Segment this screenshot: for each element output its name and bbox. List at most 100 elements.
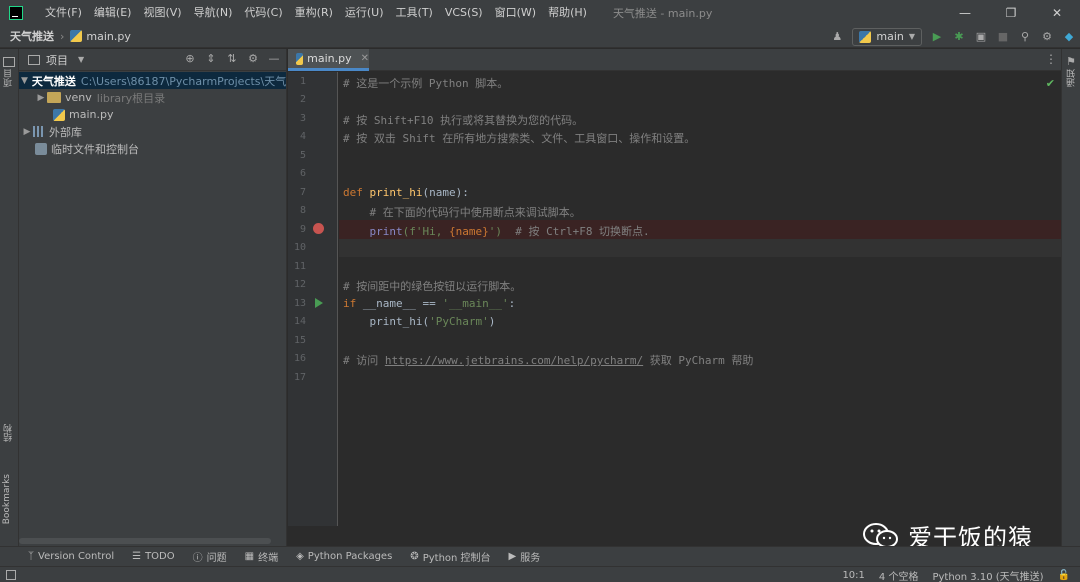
library-icon	[33, 126, 45, 137]
tool-version-control[interactable]: ᛉ Version Control	[28, 551, 114, 562]
line-number: 14	[293, 316, 306, 327]
menu-edit[interactable]: 编辑(E)	[88, 0, 138, 25]
tree-row-external-libs[interactable]: ▶ 外部库	[19, 123, 286, 140]
editor-tab-bar: main.py ✕ ⋮	[288, 49, 1061, 71]
notifications-tool-label[interactable]: 通知	[1065, 69, 1078, 87]
tool-problems[interactable]: ⓘ 问题	[193, 549, 227, 564]
close-tab-icon[interactable]: ✕	[361, 53, 369, 64]
run-icon[interactable]: ▶	[930, 30, 944, 44]
tree-row-venv[interactable]: ▶ venv library根目录	[19, 89, 286, 106]
bookmarks-tool-label[interactable]: Bookmarks	[2, 474, 12, 524]
folder-icon	[47, 92, 61, 103]
menu-help[interactable]: 帮助(H)	[542, 0, 593, 25]
problems-icon: ⓘ	[192, 553, 203, 564]
right-tool-strip: ⚑ 通知	[1061, 49, 1080, 546]
python-file-icon	[296, 52, 304, 65]
tree-path: C:\Users\86187\PycharmProjects\天气推	[80, 74, 286, 88]
menu-navigate[interactable]: 导航(N)	[188, 0, 239, 25]
left-tool-strip: 项目 结构 Bookmarks	[0, 49, 19, 546]
menu-tools[interactable]: 工具(T)	[390, 0, 439, 25]
scratches-icon	[35, 142, 47, 155]
restore-icon[interactable]: ❐	[988, 0, 1034, 25]
tool-label: Python Packages	[307, 551, 393, 562]
code-line-12: # 按间距中的绿色按钮以运行脚本。	[343, 280, 522, 293]
caret-position[interactable]: 10:1	[842, 570, 864, 581]
line-number: 3	[299, 113, 306, 124]
line-number: 10	[293, 242, 306, 253]
code-text: __name__ ==	[362, 297, 443, 310]
tree-row-scratches[interactable]: 临时文件和控制台	[19, 140, 286, 157]
line-number: 4	[299, 131, 306, 142]
line-number: 16	[293, 353, 306, 364]
tool-todo[interactable]: ☰ TODO	[132, 551, 175, 562]
more-tabs-icon[interactable]: ⋮	[1045, 52, 1057, 66]
project-panel-title[interactable]: 项目	[46, 52, 68, 68]
close-icon[interactable]: ✕	[1034, 0, 1080, 25]
toolbox-icon[interactable]: ◆	[1062, 30, 1076, 44]
chevron-down-icon[interactable]: ▼	[78, 55, 84, 64]
settings-gear-icon[interactable]: ⚙	[1040, 30, 1054, 44]
debug-icon[interactable]: ✱	[952, 30, 966, 44]
coverage-icon[interactable]: ▣	[974, 30, 988, 44]
expanded-arrow-icon[interactable]: ▼	[21, 76, 28, 86]
collapse-all-icon[interactable]: ⇅	[226, 53, 238, 65]
search-icon[interactable]: ⚲	[1018, 30, 1032, 44]
python-interpreter[interactable]: Python 3.10 (天气推送)	[932, 568, 1043, 582]
tool-terminal[interactable]: ▦ 终端	[245, 549, 278, 564]
breadcrumb-file[interactable]: main.py	[86, 30, 130, 43]
menu-refactor[interactable]: 重构(R)	[289, 0, 339, 25]
line-number: 9	[299, 224, 306, 235]
code-line-4: # 按 双击 Shift 在所有地方搜索类、文件、工具窗口、操作和设置。	[343, 132, 696, 145]
structure-tool-label[interactable]: 结构	[2, 424, 15, 442]
indent-setting[interactable]: 4 个空格	[879, 568, 919, 582]
menu-run[interactable]: 运行(U)	[339, 0, 390, 25]
tool-python-packages[interactable]: ◈ Python Packages	[296, 551, 392, 562]
minimize-icon[interactable]: —	[942, 0, 988, 25]
function-name: print_hi	[369, 186, 423, 199]
code-text: :	[508, 297, 516, 310]
notifications-bell-icon[interactable]: ⚑	[1066, 55, 1076, 68]
horizontal-scrollbar[interactable]	[19, 538, 271, 544]
inspection-ok-icon[interactable]: ✔	[1046, 77, 1055, 90]
tree-row-main-py[interactable]: main.py	[19, 106, 286, 123]
lock-icon[interactable]: 🔓	[1058, 570, 1070, 581]
run-gutter-icon[interactable]	[315, 298, 323, 308]
comment: # 按 Ctrl+F8 切换断点.	[501, 225, 650, 238]
project-tool-label[interactable]: 项目	[2, 69, 15, 87]
project-panel: 项目 ▼ ⊕ ⇕ ⇅ ⚙ — ▼ 天气推送 C:\Users\86187\Pyc…	[19, 49, 287, 546]
fstring-expr: {name}	[448, 225, 489, 238]
expand-all-icon[interactable]: ⇕	[205, 53, 217, 65]
collapsed-arrow-icon[interactable]: ▶	[35, 93, 47, 103]
chevron-down-icon: ▼	[908, 32, 915, 41]
run-config-selector[interactable]: main ▼	[852, 27, 922, 46]
stop-icon[interactable]: ■	[996, 30, 1010, 44]
locate-file-icon[interactable]: ⊕	[184, 53, 196, 65]
tree-label: 外部库	[49, 125, 82, 139]
options-gear-icon[interactable]: ⚙	[247, 53, 259, 65]
user-icon[interactable]: ♟	[830, 30, 844, 44]
editor-gutter[interactable]: 1 2 3 4 5 6 7 8 9 10 11 12 13 14 15 16 1…	[288, 72, 338, 526]
menu-code[interactable]: 代码(C)	[238, 0, 288, 25]
toggle-tool-windows-icon[interactable]	[6, 569, 16, 580]
comment: 获取 PyCharm 帮助	[643, 354, 754, 367]
tool-services[interactable]: ▶ 服务	[509, 549, 541, 564]
breakpoint-icon[interactable]	[313, 223, 324, 234]
hide-panel-icon[interactable]: —	[268, 53, 280, 65]
menu-view[interactable]: 视图(V)	[137, 0, 187, 25]
menu-window[interactable]: 窗口(W)	[489, 0, 542, 25]
breadcrumb-project[interactable]: 天气推送	[0, 28, 54, 44]
menu-vcs[interactable]: VCS(S)	[439, 0, 489, 25]
tool-label: Version Control	[38, 551, 115, 562]
tab-main-py[interactable]: main.py ✕	[288, 49, 369, 71]
code-editor[interactable]: ✔ # 这是一个示例 Python 脚本。 # 按 Shift+F10 执行或将…	[339, 72, 1061, 526]
collapsed-arrow-icon[interactable]: ▶	[21, 127, 33, 137]
project-tree: ▼ 天气推送 C:\Users\86187\PycharmProjects\天气…	[19, 71, 286, 157]
tool-python-console[interactable]: ❂ Python 控制台	[410, 549, 490, 564]
tree-row-project-root[interactable]: ▼ 天气推送 C:\Users\86187\PycharmProjects\天气…	[19, 72, 286, 89]
list-icon: ☰	[132, 551, 142, 562]
builtin: print	[343, 225, 403, 238]
breadcrumb-separator-icon: ›	[60, 29, 65, 43]
help-link[interactable]: https://www.jetbrains.com/help/pycharm/	[385, 354, 643, 367]
menu-file[interactable]: 文件(F)	[39, 0, 88, 25]
project-window-icon[interactable]	[3, 57, 15, 67]
